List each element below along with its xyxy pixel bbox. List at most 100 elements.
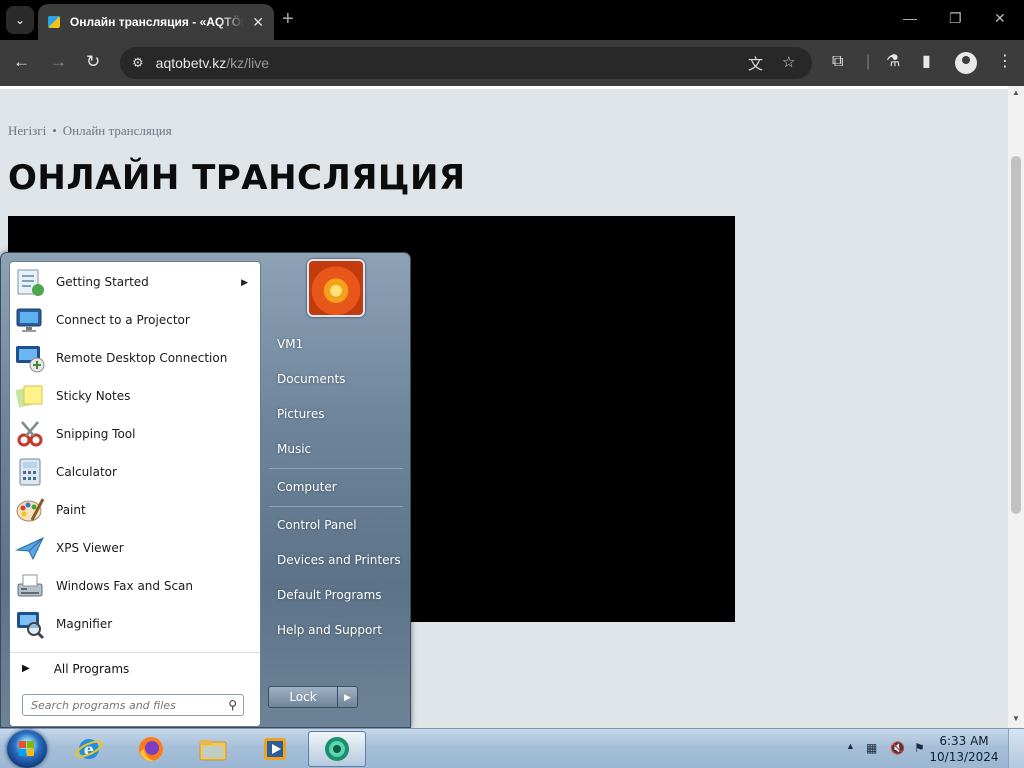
address-bar[interactable]: ⚙ aqtobetv.kz/kz/live 文 ☆	[120, 47, 812, 79]
file-explorer-icon	[199, 740, 227, 761]
sticky-notes-icon	[14, 380, 46, 412]
window-close-icon[interactable]: ✕	[994, 10, 1006, 27]
program-sticky-notes[interactable]: Sticky Notes	[10, 377, 260, 415]
close-icon[interactable]: ✕	[252, 14, 264, 31]
reload-icon[interactable]: ↻	[86, 52, 100, 72]
start-menu-separator	[269, 506, 403, 507]
lock-button[interactable]: Lock	[268, 686, 338, 708]
taskbar-clock[interactable]: 6:33 AM 10/13/2024	[926, 733, 1002, 765]
profile-icon[interactable]	[955, 52, 977, 74]
start-menu-separator	[269, 468, 403, 469]
start-menu: Getting Started ▶ Connect to a Projector…	[0, 252, 411, 728]
taskbar: e ▲ ▦ 🔇 ⚑ 6:33 AM 10/13/2024	[0, 728, 1024, 768]
page-title: ОНЛАЙН ТРАНСЛЯЦИЯ	[8, 158, 466, 198]
start-menu-programs-pane: Getting Started ▶ Connect to a Projector…	[9, 261, 261, 727]
minimize-icon[interactable]: —	[903, 10, 917, 26]
firefox-icon	[139, 737, 163, 762]
program-label: Sticky Notes	[56, 389, 131, 403]
user-picture-flower[interactable]	[307, 259, 365, 317]
start-button[interactable]	[7, 730, 47, 768]
taskbar-firefox[interactable]	[122, 731, 180, 767]
start-link-documents[interactable]: Documents	[269, 364, 403, 394]
start-link-vm1[interactable]: VM1	[269, 329, 403, 359]
scroll-thumb[interactable]	[1011, 156, 1021, 514]
show-desktop-button[interactable]	[1008, 729, 1024, 768]
scroll-down-icon[interactable]: ▼	[1012, 714, 1020, 723]
tab-title: Онлайн трансляция - «AQTÖBE	[69, 15, 245, 29]
all-programs-arrow-icon: ▶	[22, 663, 30, 674]
xps-viewer-icon	[14, 532, 46, 564]
site-info-icon[interactable]: ⚙	[132, 55, 144, 71]
page-top-strip	[0, 86, 1008, 89]
url-text[interactable]: aqtobetv.kz/kz/live	[156, 55, 269, 71]
start-search-box[interactable]: ⚲	[22, 694, 244, 716]
media-player-icon	[264, 738, 286, 760]
program-remote-desktop[interactable]: Remote Desktop Connection	[10, 339, 260, 377]
breadcrumb: Негізгі • Онлайн трансляция	[8, 123, 172, 139]
program-label: Calculator	[56, 465, 117, 479]
breadcrumb-separator: •	[52, 123, 57, 138]
program-label: Snipping Tool	[56, 427, 136, 441]
program-magnifier[interactable]: Magnifier	[10, 605, 260, 643]
program-calculator[interactable]: Calculator	[10, 453, 260, 491]
breadcrumb-home-link[interactable]: Негізгі	[8, 123, 46, 138]
menu-icon[interactable]: ⋮	[997, 53, 1013, 71]
program-snipping-tool[interactable]: Snipping Tool	[10, 415, 260, 453]
translate-icon[interactable]: 文	[748, 53, 763, 74]
clock-date: 10/13/2024	[929, 750, 999, 764]
program-connect-projector[interactable]: Connect to a Projector	[10, 301, 260, 339]
getting-started-icon	[14, 266, 46, 298]
taskbar-internet-explorer[interactable]: e	[60, 731, 118, 767]
program-xps-viewer[interactable]: XPS Viewer	[10, 529, 260, 567]
start-search-input[interactable]	[23, 695, 213, 715]
volume-muted-icon[interactable]: 🔇	[890, 741, 905, 755]
extensions-icon[interactable]: ⧉	[832, 53, 843, 71]
internet-explorer-icon: e	[75, 739, 103, 759]
program-fax-scan[interactable]: Windows Fax and Scan	[10, 567, 260, 605]
labs-icon[interactable]: ⚗	[886, 53, 900, 71]
url-path: /kz/live	[226, 55, 270, 71]
clock-time: 6:33 AM	[939, 734, 989, 748]
action-center-flag-icon[interactable]: ⚑	[914, 741, 925, 755]
show-hidden-icons-icon[interactable]: ▲	[846, 741, 855, 751]
new-tab-icon[interactable]: +	[282, 8, 294, 31]
network-icon[interactable]: ▦	[866, 741, 877, 755]
program-label: Magnifier	[56, 617, 113, 631]
url-domain: aqtobetv.kz	[155, 55, 227, 71]
breadcrumb-current: Онлайн трансляция	[62, 123, 172, 138]
program-paint[interactable]: Paint	[10, 491, 260, 529]
program-getting-started[interactable]: Getting Started ▶	[10, 263, 260, 301]
page-scrollbar[interactable]: ▲ ▼	[1008, 86, 1024, 728]
windows-logo-icon	[19, 741, 35, 757]
shutdown-options-arrow-icon[interactable]: ▶	[337, 686, 358, 708]
paint-icon	[14, 494, 46, 526]
start-link-devices-printers[interactable]: Devices and Printers	[269, 545, 403, 575]
back-icon[interactable]: ←	[13, 52, 30, 72]
program-label: Connect to a Projector	[56, 313, 190, 327]
taskbar-file-explorer[interactable]	[184, 731, 242, 767]
scroll-up-icon[interactable]: ▲	[1012, 88, 1020, 97]
magnifier-icon	[14, 608, 46, 640]
program-label: Remote Desktop Connection	[56, 351, 228, 365]
start-link-pictures[interactable]: Pictures	[269, 399, 403, 429]
taskbar-chrome-active[interactable]	[308, 731, 366, 767]
restore-icon[interactable]: ❐	[949, 10, 962, 27]
search-icon[interactable]: ⚲	[228, 698, 237, 712]
tab-search-icon[interactable]: ⌄	[6, 6, 34, 34]
chrome-active-icon	[325, 737, 349, 761]
browser-tab-active[interactable]: Онлайн трансляция - «AQTÖBE ✕	[38, 4, 274, 40]
forward-icon[interactable]: →	[50, 52, 67, 72]
bookmark-star-icon[interactable]: ☆	[782, 53, 795, 71]
submenu-arrow-icon[interactable]: ▶	[241, 277, 248, 288]
start-link-default-programs[interactable]: Default Programs	[269, 580, 403, 610]
projector-icon	[14, 304, 46, 336]
remote-desktop-icon	[14, 342, 46, 374]
start-link-help-support[interactable]: Help and Support	[269, 615, 403, 645]
start-link-computer[interactable]: Computer	[269, 472, 403, 502]
all-programs-button[interactable]: ▶ All Programs	[10, 652, 260, 684]
favicon-icon	[48, 16, 60, 28]
start-link-control-panel[interactable]: Control Panel	[269, 510, 403, 540]
side-panel-icon[interactable]: ▮	[922, 53, 931, 71]
start-link-music[interactable]: Music	[269, 434, 403, 464]
taskbar-media-player[interactable]	[246, 731, 304, 767]
